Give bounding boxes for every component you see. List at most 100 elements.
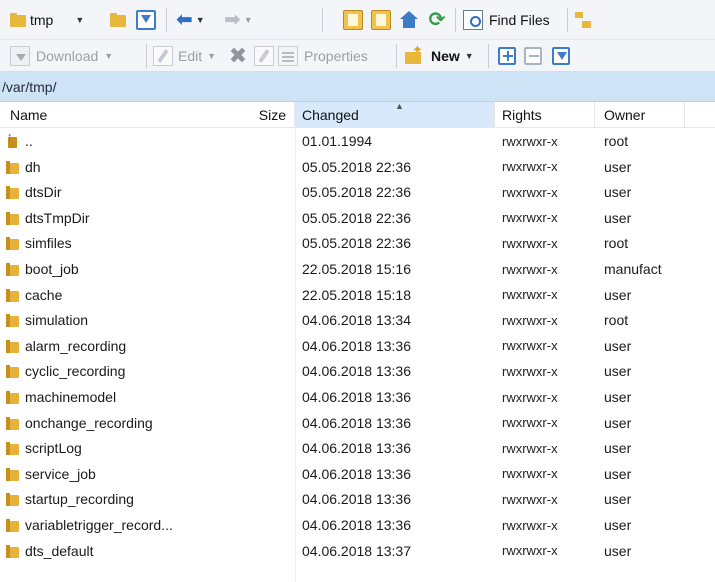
column-header-changed[interactable]: ▲ Changed (295, 101, 495, 128)
find-files-icon (463, 10, 483, 30)
properties-button[interactable]: Properties (278, 43, 368, 69)
tree-view-button[interactable] (573, 7, 593, 33)
file-row[interactable]: dh 05.05.2018 22:36 rwxrwxr-x user (0, 154, 715, 180)
download-label: Download (36, 48, 99, 64)
file-changed: 05.05.2018 22:36 (302, 235, 411, 252)
file-row[interactable]: simulation 04.06.2018 13:34 rwxrwxr-x root (0, 307, 715, 333)
file-row[interactable]: cache 22.05.2018 15:18 rwxrwxr-x user (0, 282, 715, 308)
column-header-rights[interactable]: Rights (495, 102, 595, 128)
file-row[interactable]: alarm_recording 04.06.2018 13:36 rwxrwxr-x… (0, 333, 715, 359)
chevron-down-icon: ▼ (464, 51, 474, 61)
file-changed: 22.05.2018 15:18 (302, 286, 411, 303)
column-header-changed-label: Changed (302, 106, 359, 123)
delete-icon: ✖ (228, 43, 248, 68)
file-owner: user (604, 184, 632, 201)
column-header-filler (685, 102, 715, 128)
folder-icon (6, 492, 20, 507)
file-row[interactable]: dtsDir 05.05.2018 22:36 rwxrwxr-x user (0, 179, 715, 205)
file-name-cell: boot_job (0, 256, 290, 282)
home-button[interactable] (399, 7, 419, 33)
file-rights: rwxrwxr-x (502, 415, 558, 431)
file-row[interactable]: startup_recording 04.06.2018 13:36 rwxrwxr… (0, 486, 715, 512)
select-files-button[interactable] (498, 43, 516, 69)
file-row[interactable]: service_job 04.06.2018 13:36 rwxrwxr-x user (0, 461, 715, 487)
file-changed: 05.05.2018 22:36 (302, 209, 411, 226)
column-header-owner[interactable]: Owner (595, 102, 685, 128)
edit-label: Edit (178, 48, 203, 64)
file-row[interactable]: cyclic_recording 04.06.2018 13:36 rwxrwxr-… (0, 358, 715, 384)
back-button[interactable]: ⬅ ▼ (176, 7, 205, 33)
file-name: scriptLog (25, 440, 82, 457)
chevron-down-icon: ▼ (243, 15, 253, 25)
file-name-cell: cache (0, 282, 290, 308)
invert-selection-button[interactable] (552, 43, 570, 69)
file-changed: 04.06.2018 13:36 (302, 363, 411, 380)
root-directory-button[interactable] (371, 7, 391, 33)
file-row[interactable]: dtsTmpDir 05.05.2018 22:36 rwxrwxr-x user (0, 205, 715, 231)
unselect-files-button[interactable] (524, 43, 542, 69)
folder-icon (6, 288, 20, 302)
toolbar-separator (455, 8, 456, 32)
edit-button[interactable]: Edit ▼ (153, 43, 216, 69)
download-button[interactable]: Download ▼ (10, 43, 113, 69)
file-rights: rwxrwxr-x (502, 517, 558, 533)
download-icon (10, 46, 30, 66)
file-row[interactable]: scriptLog 04.06.2018 13:36 rwxrwxr-x user (0, 435, 715, 461)
file-name: simulation (25, 312, 89, 329)
new-folder-icon (403, 42, 423, 66)
path-bar[interactable]: /var/tmp/ (0, 72, 715, 102)
forward-button[interactable]: ➡ ▼ (224, 7, 253, 33)
file-rights: rwxrwxr-x (502, 235, 558, 251)
folder-icon (6, 211, 20, 225)
file-changed: 22.05.2018 15:16 (302, 261, 411, 277)
folder-icon (6, 518, 20, 532)
file-name-cell: dts_default (0, 538, 290, 564)
folder-icon (6, 160, 20, 174)
file-name: simfiles (25, 235, 72, 252)
file-name-cell: startup_recording (0, 486, 290, 512)
open-directory-button[interactable] (108, 7, 128, 33)
file-row[interactable]: onchange_recording 04.06.2018 13:36 rwxrwx… (0, 410, 715, 436)
new-button[interactable]: New ▼ (403, 42, 474, 69)
file-name-cell: scriptLog (0, 435, 290, 461)
file-rights: rwxrwxr-x (502, 184, 558, 200)
folder-icon (6, 236, 20, 251)
plus-icon (498, 47, 516, 65)
file-owner: user (604, 158, 632, 175)
file-changed: 04.06.2018 13:36 (302, 389, 411, 405)
location-dropdown[interactable]: tmp ▼ (8, 7, 84, 33)
open-folder-icon (108, 10, 128, 30)
file-changed: 04.06.2018 13:36 (302, 465, 411, 482)
file-name-cell: variabletrigger_record... (0, 512, 290, 538)
folder-icon (6, 390, 20, 404)
file-owner: user (604, 491, 632, 508)
file-row[interactable]: variabletrigger_record... 04.06.2018 13:3… (0, 512, 715, 538)
file-row[interactable]: .. 01.01.1994 rwxrwxr-x root (0, 128, 715, 154)
file-name-cell: simfiles (0, 230, 290, 256)
file-row[interactable]: machinemodel 04.06.2018 13:36 rwxrwxr-x use… (0, 384, 715, 410)
toolbar-separator (166, 8, 167, 32)
rename-button[interactable] (254, 43, 274, 69)
file-row[interactable]: simfiles 05.05.2018 22:36 rwxrwxr-x root (0, 230, 715, 256)
file-name: dtsDir (25, 184, 62, 201)
file-row[interactable]: dts_default 04.06.2018 13:37 rwxrwxr-x user (0, 538, 715, 564)
parent-directory-button[interactable] (343, 7, 363, 33)
folder-icon (8, 10, 26, 30)
file-owner: user (604, 440, 632, 457)
file-row[interactable]: boot_job 22.05.2018 15:16 rwxrwxr-x manufac… (0, 256, 715, 282)
file-name: variabletrigger_record... (25, 517, 173, 533)
chevron-down-icon: ▼ (207, 51, 217, 61)
file-rights: rwxrwxr-x (502, 210, 558, 226)
refresh-button[interactable]: ⟳ (427, 7, 447, 33)
chevron-down-icon: ▼ (195, 15, 205, 25)
file-name: service_job (25, 465, 96, 482)
delete-button[interactable]: ✖ (228, 43, 248, 69)
file-owner: user (604, 517, 632, 533)
find-files-button[interactable]: Find Files (463, 7, 550, 33)
parent-directory-icon (6, 131, 20, 148)
filter-button[interactable] (136, 7, 156, 33)
folder-icon (6, 339, 20, 353)
file-owner: root (604, 235, 629, 252)
column-header-name[interactable]: Name Size (0, 102, 295, 128)
file-owner: user (604, 389, 632, 405)
